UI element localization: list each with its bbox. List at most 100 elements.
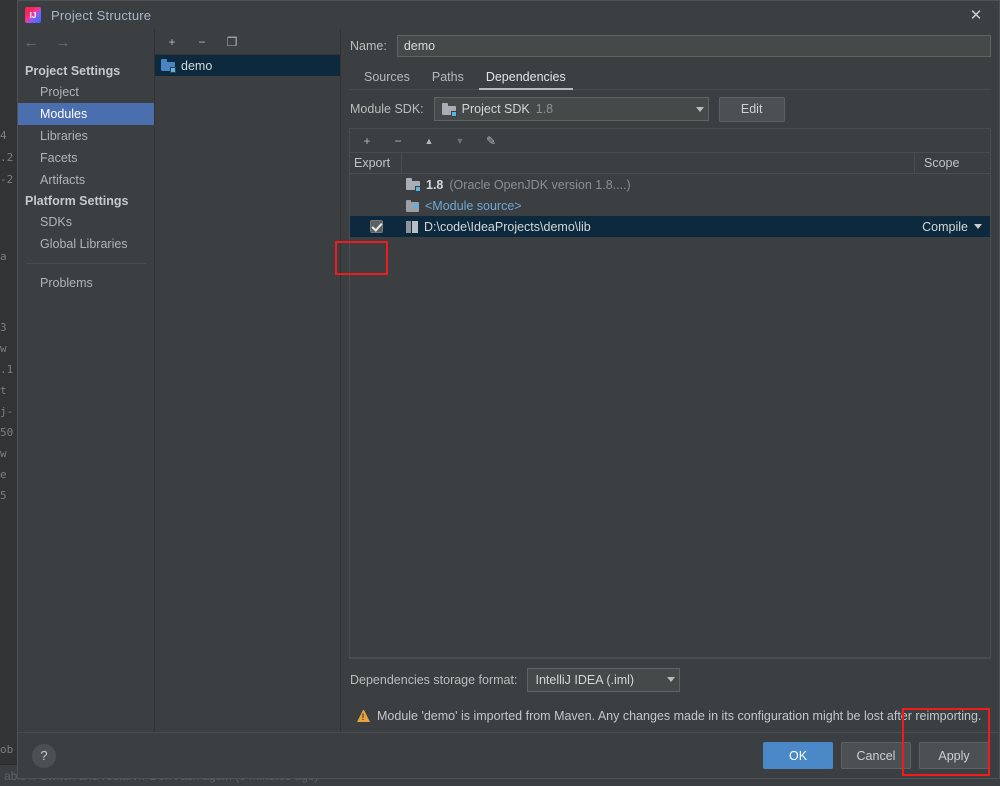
dependency-name-cell: 1.8 (Oracle OpenJDK version 1.8....)	[402, 178, 905, 192]
chevron-down-icon	[667, 677, 676, 682]
gutter-fragment: a	[0, 250, 7, 263]
settings-sidebar: ← → Project Settings Project Modules Lib…	[18, 29, 155, 732]
export-cell[interactable]	[350, 220, 402, 233]
table-row[interactable]: 1.8 (Oracle OpenJDK version 1.8....)	[350, 174, 990, 195]
ide-editor-gutter: 4 .2 -2 a 3 w .1 t j- 50 w e 5 ob ab	[0, 0, 18, 786]
sidebar-item-problems[interactable]: Problems	[18, 272, 154, 294]
column-header-scope[interactable]: Scope	[915, 153, 990, 173]
dependency-name: 1.8	[426, 177, 444, 192]
sidebar-navigation: ← →	[18, 29, 154, 55]
sidebar-item-project[interactable]: Project	[18, 81, 154, 103]
gutter-fragment: .2	[0, 151, 14, 164]
storage-format-value: IntelliJ IDEA (.iml)	[535, 672, 635, 687]
storage-format-label: Dependencies storage format:	[350, 672, 518, 687]
dialog-title: Project Structure	[51, 7, 152, 23]
table-row[interactable]: D:\code\IdeaProjects\demo\lib Compile	[350, 216, 990, 237]
edit-dependency-button[interactable]: ✎	[482, 132, 500, 150]
gutter-fragment: 5	[0, 489, 7, 502]
apply-button[interactable]: Apply	[919, 742, 989, 769]
module-tree-item-label: demo	[181, 58, 213, 73]
maven-warning-text: Module 'demo' is imported from Maven. An…	[377, 709, 982, 723]
dependency-name: D:\code\IdeaProjects\demo\lib	[424, 219, 591, 234]
module-name-input[interactable]	[396, 35, 991, 57]
move-up-button[interactable]: ▲	[420, 132, 438, 150]
sidebar-item-facets[interactable]: Facets	[18, 147, 154, 169]
tab-sources[interactable]: Sources	[353, 70, 421, 89]
storage-format-row: Dependencies storage format: IntelliJ ID…	[349, 658, 991, 700]
module-toolbar: + − ❐	[155, 29, 340, 55]
remove-dependency-button[interactable]: −	[389, 132, 407, 150]
add-dependency-button[interactable]: +	[358, 132, 376, 150]
move-down-button[interactable]: ▼	[451, 132, 469, 150]
sidebar-item-artifacts[interactable]: Artifacts	[18, 169, 154, 191]
module-list-pane: + − ❐ demo	[155, 29, 341, 732]
module-tabs: Sources Paths Dependencies	[349, 63, 991, 90]
export-checkbox[interactable]	[369, 220, 383, 233]
tab-paths[interactable]: Paths	[421, 70, 475, 89]
gutter-fragment: 4	[0, 129, 7, 142]
dependencies-table-body: 1.8 (Oracle OpenJDK version 1.8....) <Mo…	[350, 174, 990, 657]
forward-arrow-icon[interactable]: →	[53, 32, 73, 52]
sidebar-divider	[26, 263, 146, 264]
dependency-name: <Module source>	[425, 198, 522, 213]
ok-button[interactable]: OK	[763, 742, 833, 769]
add-module-button[interactable]: +	[163, 33, 181, 51]
module-tree: demo	[155, 55, 340, 732]
cancel-button[interactable]: Cancel	[841, 742, 911, 769]
storage-format-dropdown[interactable]: IntelliJ IDEA (.iml)	[527, 667, 681, 692]
sidebar-group-project-settings: Project Settings	[25, 64, 121, 78]
module-name-label: Name:	[350, 39, 387, 53]
gutter-fragment: ob	[0, 743, 14, 756]
table-row[interactable]: <Module source>	[350, 195, 990, 216]
dialog-footer: ? OK Cancel Apply	[18, 732, 999, 778]
gutter-fragment: 50	[0, 426, 14, 439]
dialog-body: ← → Project Settings Project Modules Lib…	[18, 29, 999, 732]
scope-value: Compile	[922, 219, 968, 234]
module-sdk-version: 1.8	[535, 102, 554, 116]
gutter-fragment: e	[0, 468, 7, 481]
dependencies-table-header: Export Scope	[350, 153, 990, 174]
module-name-row: Name:	[349, 29, 991, 63]
copy-module-button[interactable]: ❐	[223, 33, 241, 51]
sdk-folder-icon	[441, 102, 457, 117]
dependency-name-cell: <Module source>	[402, 199, 905, 213]
sidebar-item-libraries[interactable]: Libraries	[18, 125, 154, 147]
tab-dependencies[interactable]: Dependencies	[475, 70, 577, 90]
module-sdk-value: Project SDK	[461, 102, 530, 116]
sidebar-item-sdks[interactable]: SDKs	[18, 211, 154, 233]
remove-module-button[interactable]: −	[193, 33, 211, 51]
module-editor: Name: Sources Paths Dependencies Module …	[341, 29, 999, 732]
close-icon[interactable]: ✕	[953, 1, 999, 29]
column-header-name[interactable]	[402, 153, 915, 173]
gutter-fragment: t	[0, 384, 7, 397]
scope-cell[interactable]: Compile	[905, 220, 990, 234]
chevron-down-icon	[974, 224, 982, 229]
gutter-fragment: -2	[0, 173, 14, 186]
sdk-icon	[406, 178, 421, 192]
module-tree-item-demo[interactable]: demo	[155, 55, 340, 76]
dependencies-table: Export Scope 1.8 (Oracle OpenJDK version…	[349, 152, 991, 658]
warning-icon	[357, 710, 370, 722]
dependencies-toolbar: + − ▲ ▼ ✎	[349, 128, 991, 152]
module-sdk-row: Module SDK: Project SDK 1.8 Edit	[349, 90, 991, 128]
chevron-down-icon	[695, 106, 704, 112]
edit-sdk-button[interactable]: Edit	[718, 96, 785, 122]
sidebar-item-global-libraries[interactable]: Global Libraries	[18, 233, 154, 255]
module-folder-icon	[161, 59, 176, 73]
module-sdk-label: Module SDK:	[350, 102, 424, 116]
gutter-fragment: w	[0, 342, 7, 355]
module-sdk-dropdown[interactable]: Project SDK 1.8	[433, 97, 709, 121]
dialog-titlebar: Project Structure ✕	[18, 1, 999, 29]
dependency-detail: (Oracle OpenJDK version 1.8....)	[449, 177, 631, 192]
back-arrow-icon[interactable]: ←	[21, 32, 41, 52]
gutter-fragment: 3	[0, 321, 7, 334]
column-header-export[interactable]: Export	[350, 153, 402, 173]
help-button[interactable]: ?	[32, 743, 56, 768]
sidebar-item-modules[interactable]: Modules	[18, 103, 154, 125]
library-icon	[406, 220, 418, 233]
sidebar-list: Project Settings Project Modules Librari…	[18, 55, 154, 294]
gutter-fragment: .1	[0, 363, 14, 376]
dependency-name-cell: D:\code\IdeaProjects\demo\lib	[402, 220, 905, 234]
gutter-fragment: j-	[0, 405, 14, 418]
sidebar-group-platform-settings: Platform Settings	[25, 194, 129, 208]
